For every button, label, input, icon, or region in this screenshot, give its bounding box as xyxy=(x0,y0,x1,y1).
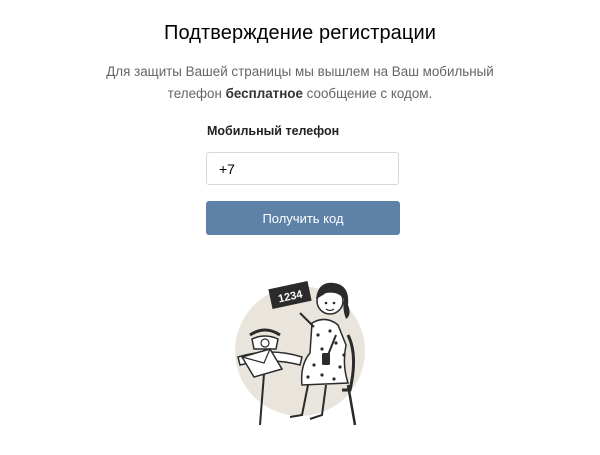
get-code-button[interactable]: Получить код xyxy=(206,201,400,235)
description-text-part2: сообщение с кодом. xyxy=(302,86,433,101)
girl-with-phone-illustration: 1234 xyxy=(235,281,365,426)
phone-input[interactable] xyxy=(206,152,399,185)
phone-label: Мобильный телефон xyxy=(207,124,340,138)
page-title: Подтверждение регистрации xyxy=(163,22,437,44)
description: Для защиты Вашей страницы мы вышлем на В… xyxy=(90,61,510,105)
description-bold: бесплатное xyxy=(225,86,303,101)
mobile-phone-icon xyxy=(322,353,330,365)
